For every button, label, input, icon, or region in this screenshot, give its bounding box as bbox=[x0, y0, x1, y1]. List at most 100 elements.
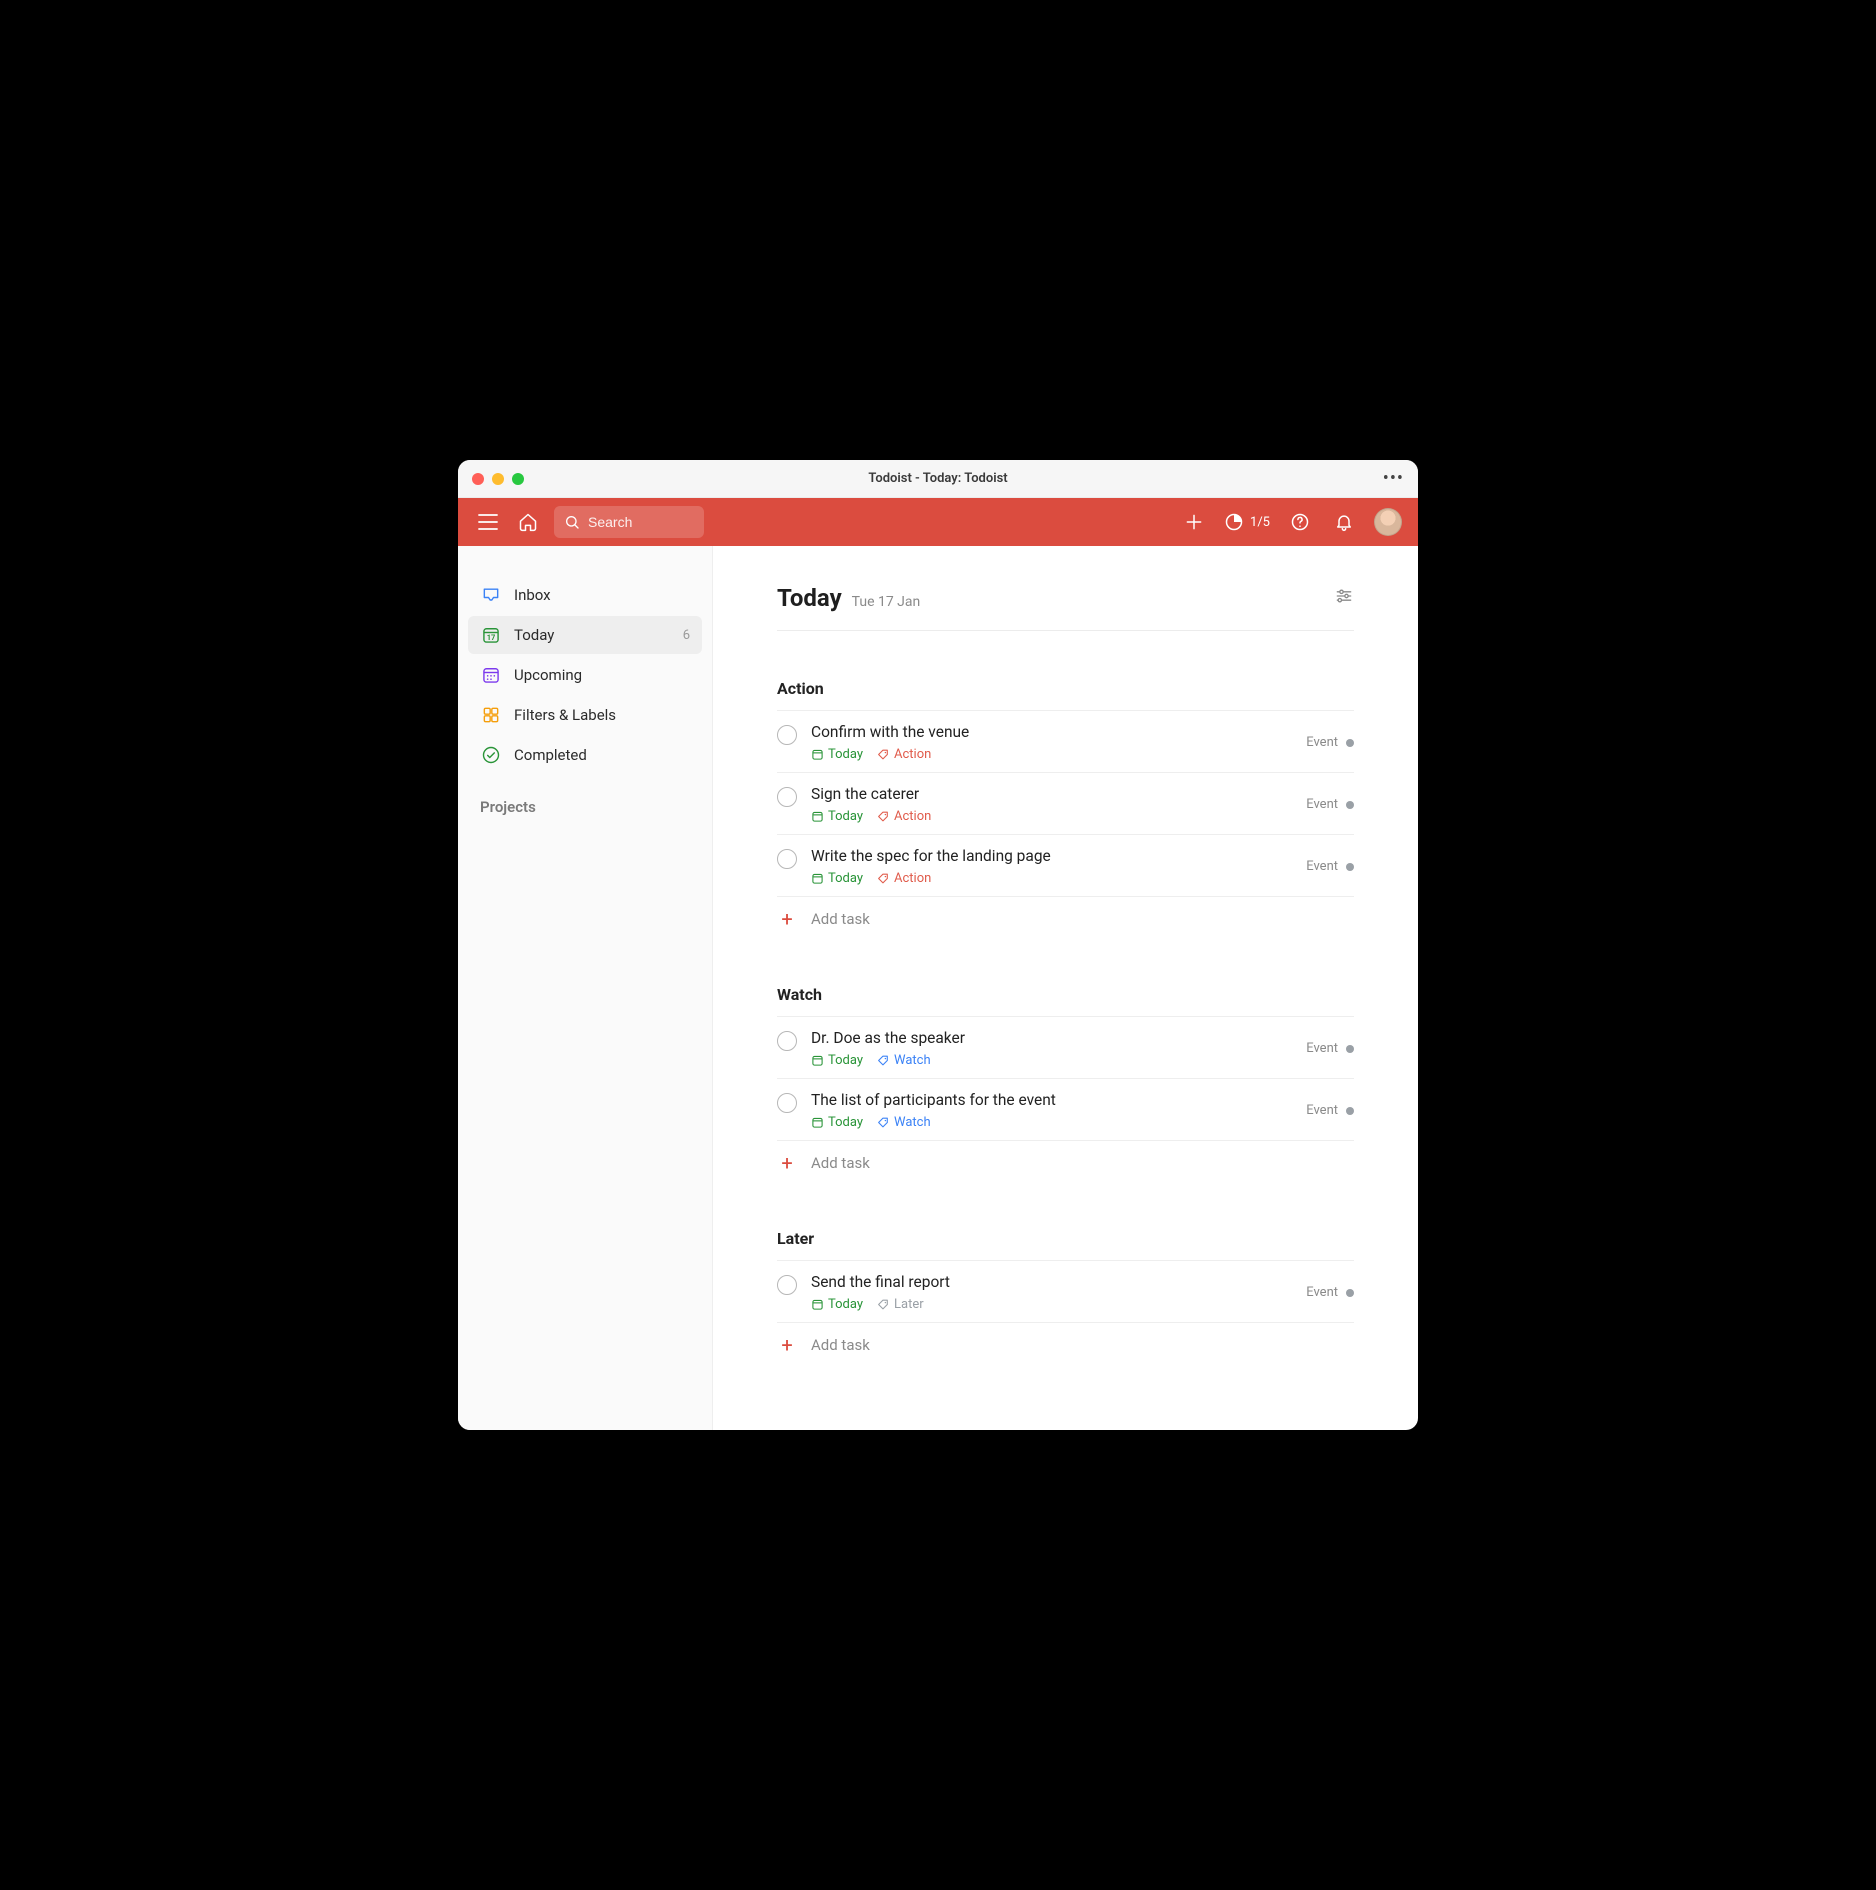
sidebar-item-label: Completed bbox=[514, 746, 587, 764]
task-label[interactable]: Later bbox=[877, 1297, 924, 1312]
search-input[interactable] bbox=[588, 514, 694, 530]
projects-header[interactable]: Projects bbox=[468, 798, 702, 816]
quick-add-button[interactable] bbox=[1180, 508, 1208, 536]
check-circle-icon bbox=[480, 744, 502, 766]
task-project-name: Event bbox=[1306, 797, 1338, 812]
project-color-dot bbox=[1346, 1045, 1354, 1053]
task-due[interactable]: Today bbox=[811, 1053, 863, 1068]
calendar-small-icon bbox=[811, 1298, 824, 1311]
tag-icon bbox=[877, 748, 890, 761]
productivity-button[interactable]: 1/5 bbox=[1224, 512, 1270, 532]
task-due[interactable]: Today bbox=[811, 1115, 863, 1130]
task-body: Sign the caterer Today Action bbox=[811, 785, 1292, 824]
tag-icon bbox=[877, 872, 890, 885]
titlebar-more-icon[interactable]: ••• bbox=[1383, 470, 1404, 488]
calendar-small-icon bbox=[811, 748, 824, 761]
task-due[interactable]: Today bbox=[811, 1297, 863, 1312]
task-due[interactable]: Today bbox=[811, 809, 863, 824]
task-project-name: Event bbox=[1306, 1041, 1338, 1056]
task-label[interactable]: Watch bbox=[877, 1053, 931, 1068]
task-label-text: Later bbox=[894, 1297, 924, 1312]
calendar-small-icon bbox=[811, 1116, 824, 1129]
app-header: 1/5 bbox=[458, 498, 1418, 546]
sidebar-item-completed[interactable]: Completed bbox=[468, 736, 702, 774]
task-due-text: Today bbox=[828, 1115, 863, 1130]
plus-icon bbox=[1184, 512, 1204, 532]
task-body: The list of participants for the event T… bbox=[811, 1091, 1292, 1130]
header-divider bbox=[777, 630, 1354, 631]
sidebar-item-inbox[interactable]: Inbox bbox=[468, 576, 702, 614]
task-label[interactable]: Action bbox=[877, 871, 931, 886]
window-zoom-button[interactable] bbox=[512, 473, 524, 485]
sidebar-item-upcoming[interactable]: Upcoming bbox=[468, 656, 702, 694]
project-color-dot bbox=[1346, 739, 1354, 747]
task-project[interactable]: Event bbox=[1306, 1041, 1354, 1056]
plus-icon: + bbox=[777, 1153, 797, 1173]
task-meta: Today Watch bbox=[811, 1053, 1292, 1068]
task-project[interactable]: Event bbox=[1306, 1103, 1354, 1118]
task-title: Write the spec for the landing page bbox=[811, 847, 1292, 865]
task-checkbox[interactable] bbox=[777, 1031, 797, 1051]
search-icon bbox=[564, 514, 580, 530]
sidebar-item-label: Today bbox=[514, 626, 554, 644]
app-body: Inbox 17 Today 6 Upcoming bbox=[458, 546, 1418, 1430]
task-label[interactable]: Watch bbox=[877, 1115, 931, 1130]
project-color-dot bbox=[1346, 801, 1354, 809]
add-task-button[interactable]: + Add task bbox=[777, 1141, 1354, 1185]
task-project[interactable]: Event bbox=[1306, 1285, 1354, 1300]
window-close-button[interactable] bbox=[472, 473, 484, 485]
productivity-count: 1/5 bbox=[1250, 515, 1270, 530]
tag-icon bbox=[877, 810, 890, 823]
task-row[interactable]: Dr. Doe as the speaker Today Watch Event bbox=[777, 1017, 1354, 1079]
task-title: The list of participants for the event bbox=[811, 1091, 1292, 1109]
task-meta: Today Action bbox=[811, 871, 1292, 886]
sidebar: Inbox 17 Today 6 Upcoming bbox=[458, 546, 713, 1430]
notifications-button[interactable] bbox=[1330, 508, 1358, 536]
productivity-icon bbox=[1224, 512, 1244, 532]
add-task-button[interactable]: + Add task bbox=[777, 897, 1354, 941]
task-row[interactable]: Write the spec for the landing page Toda… bbox=[777, 835, 1354, 897]
task-row[interactable]: Confirm with the venue Today Action Even… bbox=[777, 711, 1354, 773]
task-row[interactable]: Send the final report Today Later Event bbox=[777, 1261, 1354, 1323]
task-project-name: Event bbox=[1306, 1285, 1338, 1300]
task-row[interactable]: The list of participants for the event T… bbox=[777, 1079, 1354, 1141]
task-meta: Today Action bbox=[811, 809, 1292, 824]
task-label[interactable]: Action bbox=[877, 747, 931, 762]
task-checkbox[interactable] bbox=[777, 787, 797, 807]
section-title: Later bbox=[777, 1229, 1354, 1248]
task-due[interactable]: Today bbox=[811, 747, 863, 762]
task-checkbox[interactable] bbox=[777, 725, 797, 745]
task-list: Dr. Doe as the speaker Today Watch Event bbox=[777, 1016, 1354, 1141]
task-label[interactable]: Action bbox=[877, 809, 931, 824]
window-minimize-button[interactable] bbox=[492, 473, 504, 485]
task-due[interactable]: Today bbox=[811, 871, 863, 886]
tag-icon bbox=[877, 1116, 890, 1129]
avatar[interactable] bbox=[1374, 508, 1402, 536]
search-box[interactable] bbox=[554, 506, 704, 538]
main-content: Today Tue 17 Jan Action Confirm with the… bbox=[713, 546, 1418, 1430]
task-body: Send the final report Today Later bbox=[811, 1273, 1292, 1312]
task-body: Confirm with the venue Today Action bbox=[811, 723, 1292, 762]
sidebar-item-filters-labels[interactable]: Filters & Labels bbox=[468, 696, 702, 734]
task-checkbox[interactable] bbox=[777, 1275, 797, 1295]
task-row[interactable]: Sign the caterer Today Action Event bbox=[777, 773, 1354, 835]
sidebar-nav: Inbox 17 Today 6 Upcoming bbox=[468, 576, 702, 774]
sidebar-item-today[interactable]: 17 Today 6 bbox=[468, 616, 702, 654]
add-task-button[interactable]: + Add task bbox=[777, 1323, 1354, 1367]
task-project[interactable]: Event bbox=[1306, 797, 1354, 812]
home-button[interactable] bbox=[514, 508, 542, 536]
task-list: Send the final report Today Later Event bbox=[777, 1260, 1354, 1323]
sliders-icon bbox=[1334, 586, 1354, 606]
task-checkbox[interactable] bbox=[777, 1093, 797, 1113]
menu-button[interactable] bbox=[474, 508, 502, 536]
task-checkbox[interactable] bbox=[777, 849, 797, 869]
task-due-text: Today bbox=[828, 871, 863, 886]
view-options-button[interactable] bbox=[1334, 586, 1354, 606]
task-project[interactable]: Event bbox=[1306, 735, 1354, 750]
help-button[interactable] bbox=[1286, 508, 1314, 536]
page-subtitle: Tue 17 Jan bbox=[852, 594, 921, 610]
task-project[interactable]: Event bbox=[1306, 859, 1354, 874]
task-label-text: Action bbox=[894, 871, 931, 886]
plus-icon: + bbox=[777, 909, 797, 929]
task-label-text: Action bbox=[894, 747, 931, 762]
